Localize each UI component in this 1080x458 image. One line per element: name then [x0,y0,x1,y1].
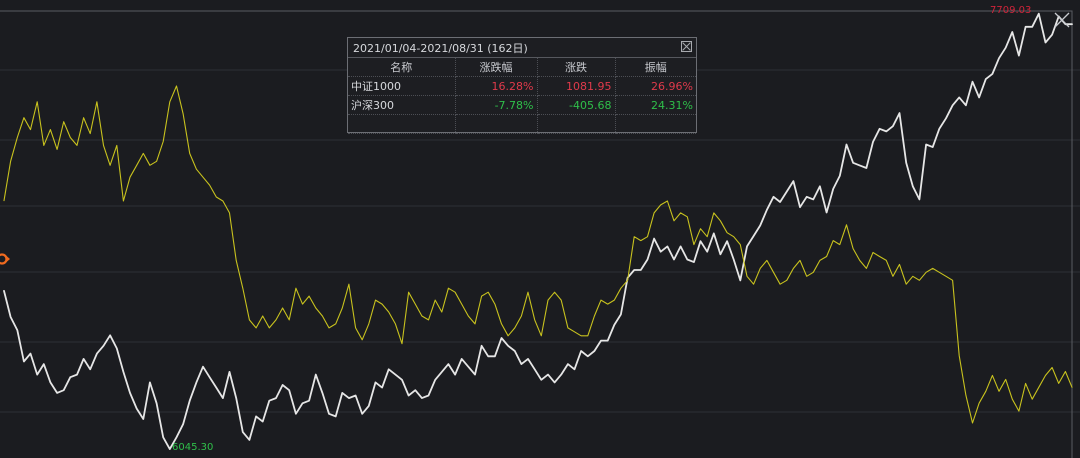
max-value-label: 7709.03 [990,5,1032,16]
panel-header: 2021/01/04-2021/08/31 (162日) [348,38,696,58]
row-chg: 1081.95 [537,76,616,96]
min-value-label: 6045.30 [172,442,214,453]
panel-close-icon[interactable] [681,41,692,52]
series-line-csi300 [3,85,1073,424]
row-pct: 16.28% [455,76,538,96]
row-chg: -405.68 [537,95,616,115]
range-title: 2021/01/04-2021/08/31 (162日) [353,41,528,55]
column-header-amp: 振幅 [615,58,696,77]
range-summary-panel: 2021/01/04-2021/08/31 (162日) 名称 涨跌幅 涨跌 振… [347,37,697,134]
row-name: 中证1000 [348,76,456,96]
table-row[interactable]: 沪深300 -7.78% -405.68 24.31% [348,95,696,115]
row-name: 沪深300 [348,95,456,115]
summary-table: 名称 涨跌幅 涨跌 振幅 中证1000 16.28% 1081.95 26.96… [348,58,696,134]
table-row[interactable]: 中证1000 16.28% 1081.95 26.96% [348,76,696,96]
row-amp: 24.31% [615,95,696,115]
index-comparison-chart: 7709.03 6045.30 2021/01/04-2021/08/31 (1… [0,0,1080,458]
column-header-chg: 涨跌 [537,58,616,77]
close-icon[interactable] [1052,10,1072,30]
row-pct: -7.78% [455,95,538,115]
column-header-pct: 涨跌幅 [455,58,538,77]
start-marker-icon[interactable] [0,251,10,267]
row-amp: 26.96% [615,76,696,96]
table-header-row: 名称 涨跌幅 涨跌 振幅 [348,58,696,77]
table-row-empty [348,114,696,134]
column-header-name: 名称 [348,58,456,77]
